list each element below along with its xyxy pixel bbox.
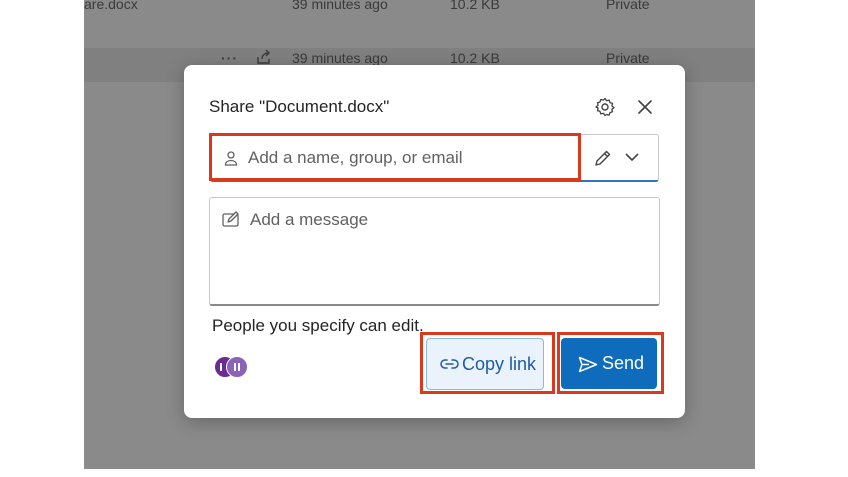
copy-link-button[interactable]: Copy link: [426, 338, 544, 390]
send-button[interactable]: Send: [561, 338, 657, 389]
avatar: [226, 356, 248, 378]
settings-button[interactable]: [594, 96, 616, 118]
message-placeholder: Add a message: [250, 210, 369, 229]
file-modified: 39 minutes ago: [292, 50, 388, 66]
chevron-down-icon: [625, 153, 639, 162]
dialog-title: Share "Document.docx": [209, 97, 390, 116]
file-name[interactable]: are.docx: [84, 0, 138, 12]
message-field[interactable]: Add a message: [209, 197, 660, 306]
recipient-input[interactable]: Add a name, group, or email: [211, 135, 580, 180]
recipient-placeholder: Add a name, group, or email: [248, 148, 463, 167]
close-button[interactable]: [634, 96, 656, 118]
copy-link-label: Copy link: [462, 354, 537, 374]
person-icon: [224, 151, 238, 166]
link-icon: [440, 359, 459, 369]
permission-description[interactable]: People you specify can edit.: [212, 316, 424, 336]
send-label: Send: [602, 353, 645, 373]
permission-dropdown[interactable]: [581, 135, 658, 180]
file-sharing: Private: [606, 0, 650, 12]
file-row[interactable]: are.docx 39 minutes ago 10.2 KB Private: [84, 0, 755, 30]
pencil-icon: [595, 150, 611, 166]
share-dialog: Share "Document.docx" Add a name, group,…: [184, 65, 685, 418]
close-icon: [638, 100, 652, 114]
file-size: 10.2 KB: [450, 0, 500, 12]
send-icon: [578, 356, 598, 373]
more-options-button[interactable]: ···: [221, 50, 238, 66]
file-modified: 39 minutes ago: [292, 0, 388, 12]
compose-icon: [222, 211, 239, 227]
file-sharing: Private: [606, 50, 650, 66]
recipient-field: Add a name, group, or email: [210, 134, 659, 182]
file-size: 10.2 KB: [450, 50, 500, 66]
shared-with-avatars[interactable]: [214, 356, 254, 378]
gear-icon: [595, 97, 615, 117]
